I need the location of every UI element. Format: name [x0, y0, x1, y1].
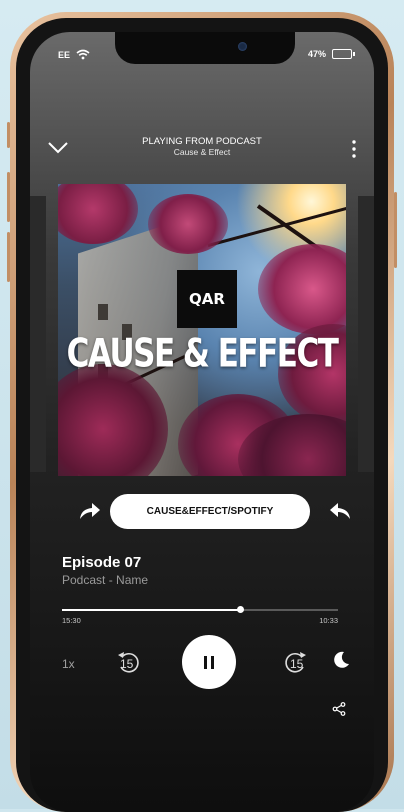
artwork-branch: [207, 202, 346, 247]
share-icon[interactable]: [332, 702, 346, 716]
forward-seconds: 15: [290, 657, 304, 671]
status-left: EE: [58, 49, 90, 60]
share-arrow-icon[interactable]: [78, 500, 102, 520]
qar-logo: QAR: [177, 270, 237, 328]
link-row: CAUSE&EFFECT/SPOTIFY: [30, 492, 374, 532]
album-artwork: QAR CAUSE & EFFECT: [58, 184, 346, 476]
player-header: PLAYING FROM PODCAST Cause & Effect: [30, 136, 374, 164]
playback-controls: 1x 15 15: [30, 635, 374, 695]
volume-up-button: [7, 172, 10, 222]
artwork-title: CAUSE & EFFECT: [66, 331, 339, 377]
battery-percent: 47%: [307, 49, 326, 59]
podcast-name: Cause & Effect: [173, 147, 231, 157]
rewind-seconds: 15: [120, 657, 134, 671]
spotify-link-button[interactable]: CAUSE&EFFECT/SPOTIFY: [110, 494, 310, 529]
playing-from-label: PLAYING FROM PODCAST: [142, 136, 262, 147]
phone-frame: EE 47% PLAYING FROM PODCAST Cause & Effe…: [7, 12, 397, 812]
reply-arrow-icon[interactable]: [328, 500, 352, 520]
episode-title: Episode 07: [62, 554, 142, 571]
artwork-blossom: [148, 194, 228, 254]
playback-speed-button[interactable]: 1x: [62, 657, 75, 671]
pause-icon: [202, 655, 216, 669]
battery-icon: [332, 49, 355, 59]
progress-thumb[interactable]: [237, 606, 245, 613]
rewind-15-button[interactable]: 15: [116, 649, 144, 678]
artwork-shadow-right: [358, 196, 374, 472]
artwork-blossom: [258, 244, 346, 334]
episode-subtitle: Podcast - Name: [62, 573, 149, 587]
artwork-window: [98, 304, 108, 320]
total-time: 10:33: [319, 616, 338, 625]
pause-button[interactable]: [182, 635, 236, 689]
more-vertical-icon[interactable]: [352, 140, 356, 158]
volume-down-button: [7, 232, 10, 282]
artwork-blossom: [58, 184, 138, 244]
forward-15-button[interactable]: 15: [280, 649, 308, 678]
wifi-icon: [76, 49, 90, 60]
mute-switch: [7, 122, 10, 148]
progress-fill: [62, 609, 241, 611]
camera: [238, 42, 247, 51]
notch: [115, 32, 295, 64]
elapsed-time: 15:30: [62, 616, 81, 625]
artwork-shadow-left: [30, 196, 46, 472]
phone-bezel: EE 47% PLAYING FROM PODCAST Cause & Effe…: [16, 18, 388, 812]
player-screen: EE 47% PLAYING FROM PODCAST Cause & Effe…: [30, 32, 374, 812]
progress-bar[interactable]: [62, 606, 338, 613]
power-button: [394, 192, 397, 268]
playing-from: PLAYING FROM PODCAST Cause & Effect: [30, 136, 374, 158]
moon-icon[interactable]: [332, 651, 350, 669]
status-right: 47%: [307, 49, 355, 59]
carrier-label: EE: [58, 49, 71, 60]
